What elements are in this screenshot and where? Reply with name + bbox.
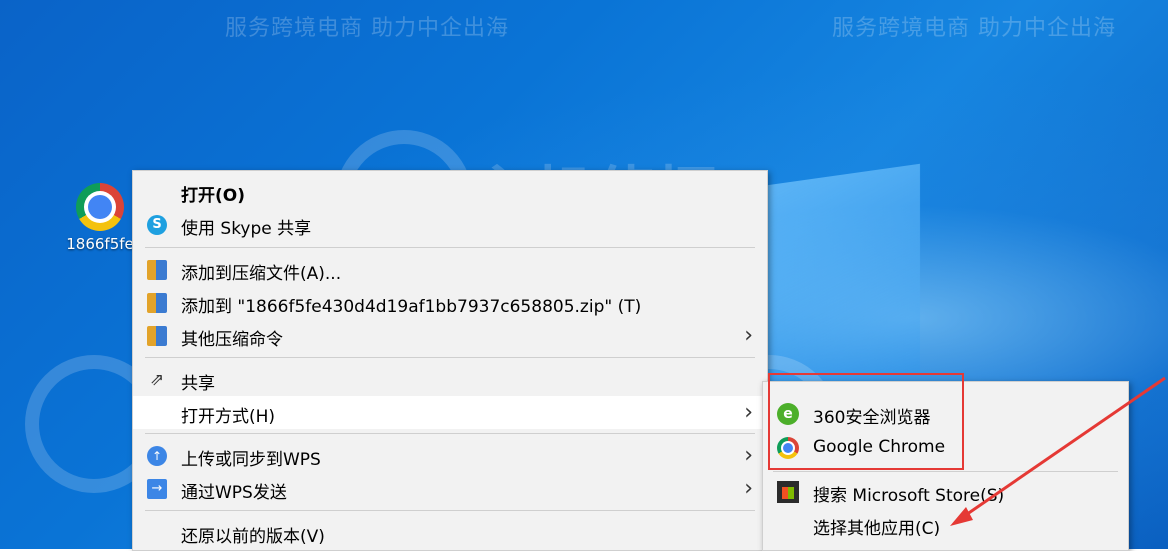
annotation-arrow bbox=[950, 376, 1166, 526]
